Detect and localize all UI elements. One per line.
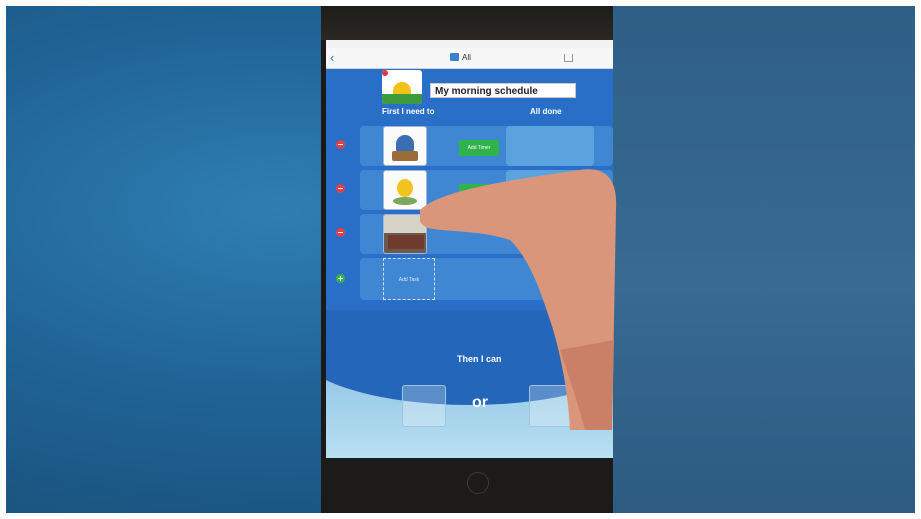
- task-card-get-dressed[interactable]: [383, 126, 427, 166]
- folder-icon: [450, 53, 459, 61]
- video-frame: ‹ All My morning schedule First I need t…: [0, 0, 921, 519]
- done-slot[interactable]: [506, 126, 594, 166]
- photo-lower: [388, 235, 424, 249]
- nav-title: All: [462, 53, 471, 62]
- remove-row-button[interactable]: [336, 184, 345, 193]
- video-background-right: [612, 6, 915, 513]
- device-bezel-bottom: [321, 458, 613, 513]
- add-row-button[interactable]: [336, 274, 345, 283]
- done-slot[interactable]: [506, 170, 594, 210]
- done-column-label: All done: [530, 107, 562, 116]
- grass-shape: [382, 94, 422, 104]
- tablet-device: ‹ All My morning schedule First I need t…: [321, 6, 613, 513]
- bowl-picture: [393, 197, 417, 205]
- add-timer-button[interactable]: Add Timer: [459, 140, 499, 156]
- or-label: or: [472, 394, 488, 411]
- add-task-slot[interactable]: Add Task: [383, 258, 435, 300]
- home-button[interactable]: [467, 472, 489, 494]
- device-bezel-top: [321, 6, 613, 40]
- pants-picture: [392, 151, 418, 161]
- remove-row-button[interactable]: [336, 228, 345, 237]
- status-bar: [326, 40, 613, 48]
- share-icon[interactable]: [564, 54, 573, 62]
- then-label: Then I can: [457, 354, 502, 364]
- task-card-photo[interactable]: [383, 214, 427, 254]
- navigation-bar: ‹ All: [326, 48, 613, 69]
- first-column-label: First I need to: [382, 107, 435, 116]
- back-button[interactable]: ‹: [330, 50, 334, 66]
- person-picture: [397, 179, 413, 197]
- add-timer-button[interactable]: Add Timer: [459, 184, 499, 200]
- reward-slot-left[interactable]: [402, 385, 446, 427]
- remove-row-button[interactable]: [336, 140, 345, 149]
- task-card-eat-breakfast[interactable]: [383, 170, 427, 210]
- photo-upper: [384, 215, 426, 233]
- schedule-title-field[interactable]: My morning schedule: [430, 83, 576, 98]
- reward-slot-right[interactable]: [529, 385, 573, 427]
- sunrise-icon[interactable]: [382, 70, 422, 104]
- tablet-screen: ‹ All My morning schedule First I need t…: [326, 40, 613, 458]
- remove-icon[interactable]: [382, 70, 388, 76]
